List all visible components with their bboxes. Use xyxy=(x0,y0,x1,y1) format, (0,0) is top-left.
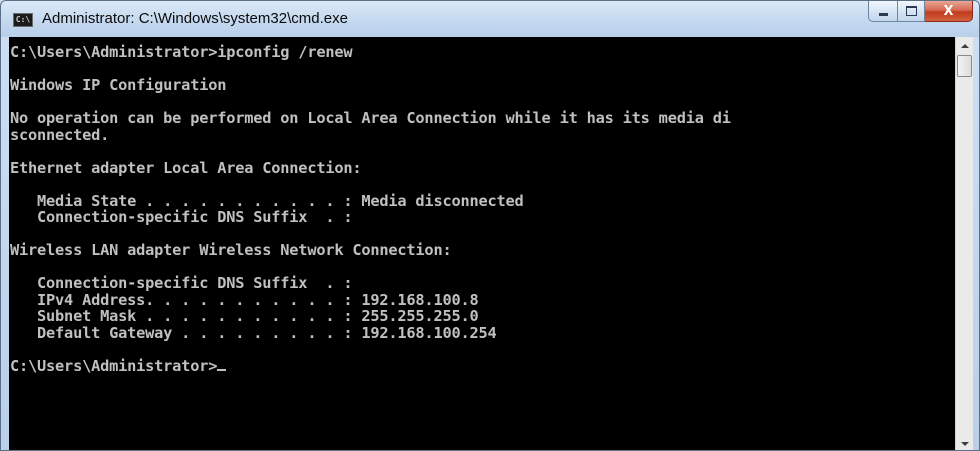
console-line: Default Gateway . . . . . . . . . : 192.… xyxy=(10,323,497,342)
title-bar[interactable]: C:\ Administrator: C:\Windows\system32\c… xyxy=(1,1,979,37)
console-line: sconnected. xyxy=(10,125,110,144)
console-line: No operation can be performed on Local A… xyxy=(10,109,731,127)
close-icon: X xyxy=(943,3,954,19)
console-line: Connection-specific DNS Suffix . : xyxy=(10,274,353,292)
minimize-icon xyxy=(878,13,888,16)
console-output[interactable]: C:\Users\Administrator>ipconfig /renew W… xyxy=(9,37,955,450)
console-line: Windows IP Configuration xyxy=(10,76,227,94)
console-line: C:\Users\Administrator>ipconfig /renew xyxy=(10,43,353,61)
console-line: Ethernet adapter Local Area Connection: xyxy=(10,158,362,177)
scroll-down-arrow-icon xyxy=(960,441,969,446)
scroll-up-button[interactable] xyxy=(956,37,973,54)
minimize-button[interactable] xyxy=(868,1,897,22)
console-line: IPv4 Address. . . . . . . . . . . : 192.… xyxy=(10,290,479,309)
close-button[interactable]: X xyxy=(925,1,973,22)
maximize-button[interactable] xyxy=(897,1,925,22)
console-text: C:\Users\Administrator>ipconfig /renew W… xyxy=(9,37,955,374)
console-line: Connection-specific DNS Suffix . : xyxy=(10,208,353,226)
vertical-scrollbar[interactable] xyxy=(955,37,973,450)
window-controls: X xyxy=(868,1,973,23)
maximize-icon xyxy=(905,6,917,16)
scroll-up-arrow-icon xyxy=(960,43,969,48)
console-line: Media State . . . . . . . . . . . : Medi… xyxy=(10,191,524,210)
text-cursor xyxy=(217,368,227,371)
console-area: C:\Users\Administrator>ipconfig /renew W… xyxy=(9,37,973,450)
cmd-window: C:\ Administrator: C:\Windows\system32\c… xyxy=(0,0,980,451)
window-title: Administrator: C:\Windows\system32\cmd.e… xyxy=(42,10,348,27)
scroll-down-button[interactable] xyxy=(956,435,973,450)
scrollbar-thumb[interactable] xyxy=(957,55,972,77)
cmd-icon: C:\ xyxy=(13,13,33,27)
console-line: Wireless LAN adapter Wireless Network Co… xyxy=(10,241,452,259)
command-prompt[interactable]: C:\Users\Administrator> xyxy=(10,357,217,375)
console-line: Subnet Mask . . . . . . . . . . . : 255.… xyxy=(10,307,479,325)
